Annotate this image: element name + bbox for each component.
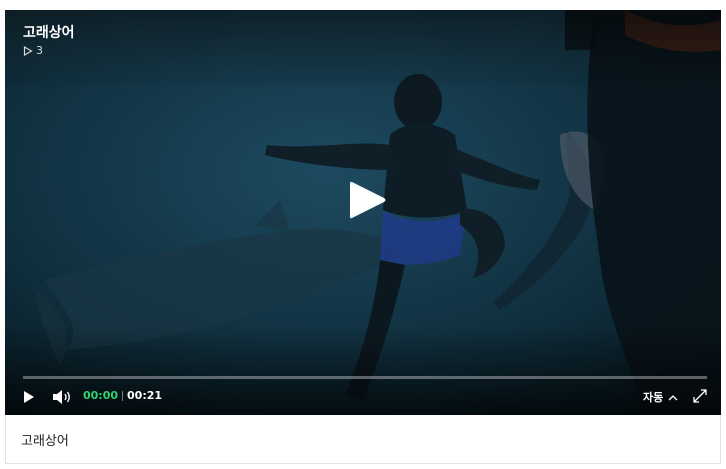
view-count: 3	[23, 44, 43, 57]
total-time: 00:21	[127, 389, 163, 402]
top-overlay	[5, 10, 721, 90]
current-time: 00:00	[83, 389, 119, 402]
autoplay-toggle[interactable]: 자동	[643, 389, 678, 405]
big-play-button[interactable]	[344, 177, 390, 223]
chevron-up-icon	[668, 394, 678, 400]
view-count-value: 3	[36, 44, 43, 57]
caption-text: 고래상어	[21, 434, 69, 449]
control-bar: 00:00 00:21 자동	[5, 384, 721, 408]
video-player[interactable]: 고래상어 3 00:00 00:21 자동	[5, 10, 721, 415]
time-display: 00:00 00:21	[83, 389, 162, 402]
video-title: 고래상어	[23, 25, 75, 41]
autoplay-label: 자동	[643, 391, 664, 404]
progress-bar[interactable]	[23, 376, 707, 379]
expand-icon[interactable]	[692, 388, 708, 404]
volume-icon[interactable]	[51, 388, 73, 406]
caption-box: 고래상어	[5, 415, 721, 464]
play-icon[interactable]	[22, 390, 36, 404]
play-outline-icon	[23, 45, 33, 56]
time-divider	[122, 390, 124, 401]
